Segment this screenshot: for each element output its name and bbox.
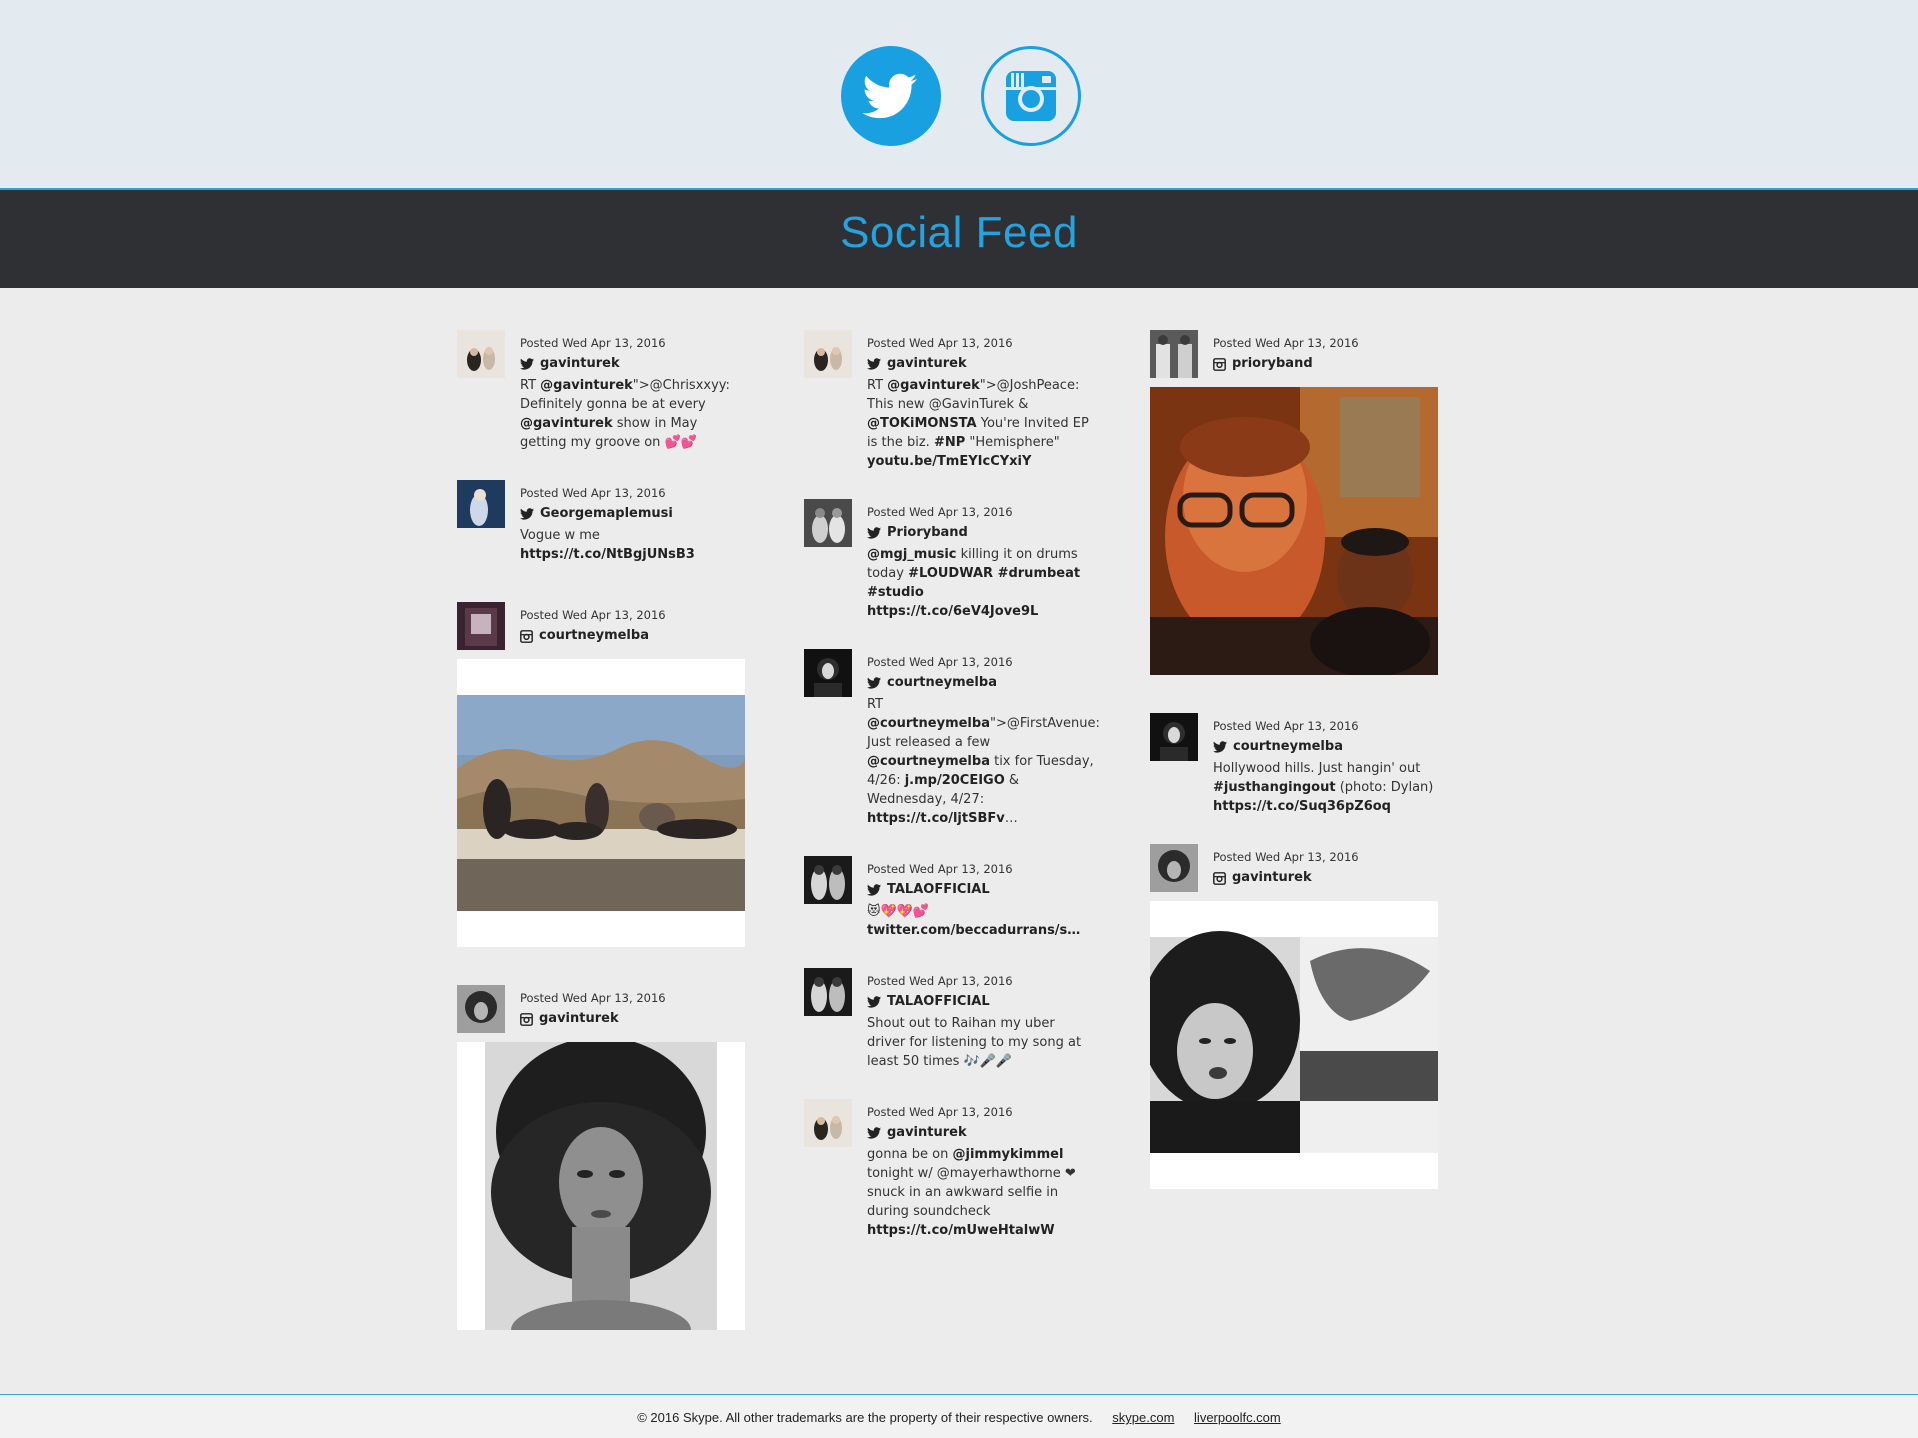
- post-username[interactable]: prioryband: [1213, 355, 1440, 373]
- feed-post: Posted Wed Apr 13, 2016 TALAOFFICIAL Sho…: [804, 968, 1094, 1071]
- post-text: Shout out to Raihan my uber driver for l…: [867, 1016, 1082, 1069]
- avatar[interactable]: [457, 330, 505, 378]
- post-link[interactable]: https://t.co/NtBgjUNsB3: [520, 547, 695, 562]
- feed-post: Posted Wed Apr 13, 2016 gavinturek RT @g…: [804, 330, 1094, 471]
- twitter-bird-icon: [520, 508, 534, 520]
- post-link[interactable]: twitter.com/beccadurrans/s…: [867, 923, 1080, 938]
- feed-post: Posted Wed Apr 13, 2016 prioryband: [1150, 330, 1440, 675]
- instagram-button[interactable]: [981, 46, 1081, 146]
- post-date: Posted Wed Apr 13, 2016: [520, 608, 666, 622]
- post-text: Vogue w me https://t.co/NtBgjUNsB3: [520, 528, 695, 562]
- post-link[interactable]: https://t.co/mUweHtalwW: [867, 1223, 1055, 1238]
- post-link[interactable]: youtu.be/TmEYIcCYxiY: [867, 454, 1031, 469]
- post-date: Posted Wed Apr 13, 2016: [1213, 719, 1359, 733]
- post-text: Hollywood hills. Just hangin' out #justh…: [1213, 761, 1434, 814]
- twitter-bird-icon: [520, 358, 534, 370]
- post-username[interactable]: gavinturek: [520, 1010, 747, 1028]
- post-text: RT @courtneymelba">@FirstAvenue: Just re…: [867, 697, 1100, 826]
- instagram-camera-icon: [520, 1012, 533, 1026]
- avatar[interactable]: [457, 985, 505, 1033]
- post-username[interactable]: Prioryband: [867, 524, 1094, 542]
- avatar[interactable]: [804, 499, 852, 547]
- twitter-bird-icon: [867, 677, 881, 689]
- feed-post: Posted Wed Apr 13, 2016 gavinturek gonna…: [804, 1099, 1094, 1240]
- feed-column-3: Posted Wed Apr 13, 2016 prioryband Poste…: [1150, 330, 1440, 1189]
- feed-post: Posted Wed Apr 13, 2016 Georgemaplemusi …: [457, 480, 747, 564]
- post-text: @mgj_music killing it on drums today #LO…: [867, 547, 1081, 619]
- post-photo[interactable]: [1150, 387, 1438, 675]
- post-username[interactable]: TALAOFFICIAL: [867, 881, 1094, 899]
- twitter-bird-icon: [867, 358, 881, 370]
- feed-banner: Social Feed: [0, 190, 1918, 288]
- post-date: Posted Wed Apr 13, 2016: [867, 336, 1013, 350]
- avatar[interactable]: [457, 480, 505, 528]
- footer-link-liverpoolfc[interactable]: liverpoolfc.com: [1194, 1410, 1281, 1425]
- post-username[interactable]: gavinturek: [1213, 869, 1440, 887]
- avatar[interactable]: [1150, 330, 1198, 378]
- post-date: Posted Wed Apr 13, 2016: [867, 862, 1013, 876]
- post-link[interactable]: https://t.co/ljtSBFv: [867, 811, 1005, 826]
- post-username[interactable]: courtneymelba: [520, 627, 747, 645]
- avatar[interactable]: [804, 330, 852, 378]
- footer-copyright: © 2016 Skype. All other trademarks are t…: [637, 1410, 1093, 1425]
- post-link[interactable]: https://t.co/Suq36pZ6oq: [1213, 799, 1391, 814]
- twitter-button[interactable]: [841, 46, 941, 146]
- page-title: Social Feed: [840, 208, 1078, 257]
- instagram-camera-icon: [1213, 357, 1226, 371]
- feed-post: Posted Wed Apr 13, 2016 Prioryband @mgj_…: [804, 499, 1094, 621]
- post-date: Posted Wed Apr 13, 2016: [867, 1105, 1013, 1119]
- avatar[interactable]: [804, 856, 852, 904]
- post-text: RT @gavinturek">@JoshPeace: This new @Ga…: [867, 378, 1089, 469]
- feed-post: Posted Wed Apr 13, 2016 courtneymelba: [457, 602, 747, 947]
- twitter-bird-icon: [862, 73, 918, 119]
- post-username[interactable]: TALAOFFICIAL: [867, 993, 1094, 1011]
- post-username[interactable]: courtneymelba: [867, 674, 1094, 692]
- post-date: Posted Wed Apr 13, 2016: [520, 486, 666, 500]
- footer-link-skype[interactable]: skype.com: [1112, 1410, 1174, 1425]
- social-header: [0, 0, 1918, 190]
- post-username[interactable]: gavinturek: [867, 355, 1094, 373]
- feed-post: Posted Wed Apr 13, 2016 gavinturek RT @g…: [457, 330, 747, 452]
- feed-post: Posted Wed Apr 13, 2016 courtneymelba RT…: [804, 649, 1100, 828]
- post-text: 😻💖💖💕 twitter.com/beccadurrans/s…: [867, 904, 1081, 938]
- post-date: Posted Wed Apr 13, 2016: [867, 505, 1013, 519]
- page-footer: © 2016 Skype. All other trademarks are t…: [0, 1394, 1918, 1438]
- post-date: Posted Wed Apr 13, 2016: [520, 336, 666, 350]
- avatar[interactable]: [457, 602, 505, 650]
- feed-column-2: Posted Wed Apr 13, 2016 gavinturek RT @g…: [804, 330, 1100, 1240]
- instagram-camera-icon: [1006, 71, 1056, 121]
- post-photo[interactable]: [457, 1042, 745, 1330]
- post-date: Posted Wed Apr 13, 2016: [520, 991, 666, 1005]
- twitter-bird-icon: [867, 884, 881, 896]
- twitter-bird-icon: [867, 996, 881, 1008]
- post-username[interactable]: courtneymelba: [1213, 738, 1440, 756]
- avatar[interactable]: [804, 649, 852, 697]
- post-date: Posted Wed Apr 13, 2016: [1213, 336, 1359, 350]
- feed-post: Posted Wed Apr 13, 2016 gavinturek: [457, 985, 747, 1330]
- avatar[interactable]: [804, 968, 852, 1016]
- feed-column-1: Posted Wed Apr 13, 2016 gavinturek RT @g…: [457, 330, 747, 1330]
- post-text: gonna be on @jimmykimmel tonight w/ @may…: [867, 1147, 1076, 1238]
- feed-post: Posted Wed Apr 13, 2016 gavinturek: [1150, 844, 1440, 1189]
- instagram-camera-icon: [1213, 871, 1226, 885]
- post-username[interactable]: gavinturek: [520, 355, 747, 373]
- post-photo[interactable]: [457, 659, 745, 947]
- post-text: RT @gavinturek">@Chrisxxyy: Definitely g…: [520, 378, 730, 450]
- post-date: Posted Wed Apr 13, 2016: [867, 655, 1013, 669]
- feed-post: Posted Wed Apr 13, 2016 TALAOFFICIAL 😻💖💖…: [804, 856, 1094, 940]
- post-photo[interactable]: [1150, 901, 1438, 1189]
- twitter-bird-icon: [867, 527, 881, 539]
- post-date: Posted Wed Apr 13, 2016: [1213, 850, 1359, 864]
- avatar[interactable]: [1150, 713, 1198, 761]
- instagram-camera-icon: [520, 629, 533, 643]
- feed-post: Posted Wed Apr 13, 2016 courtneymelba Ho…: [1150, 713, 1440, 816]
- twitter-bird-icon: [867, 1127, 881, 1139]
- avatar[interactable]: [804, 1099, 852, 1147]
- post-date: Posted Wed Apr 13, 2016: [867, 974, 1013, 988]
- avatar[interactable]: [1150, 844, 1198, 892]
- post-username[interactable]: gavinturek: [867, 1124, 1094, 1142]
- twitter-bird-icon: [1213, 741, 1227, 753]
- post-username[interactable]: Georgemaplemusi: [520, 505, 747, 523]
